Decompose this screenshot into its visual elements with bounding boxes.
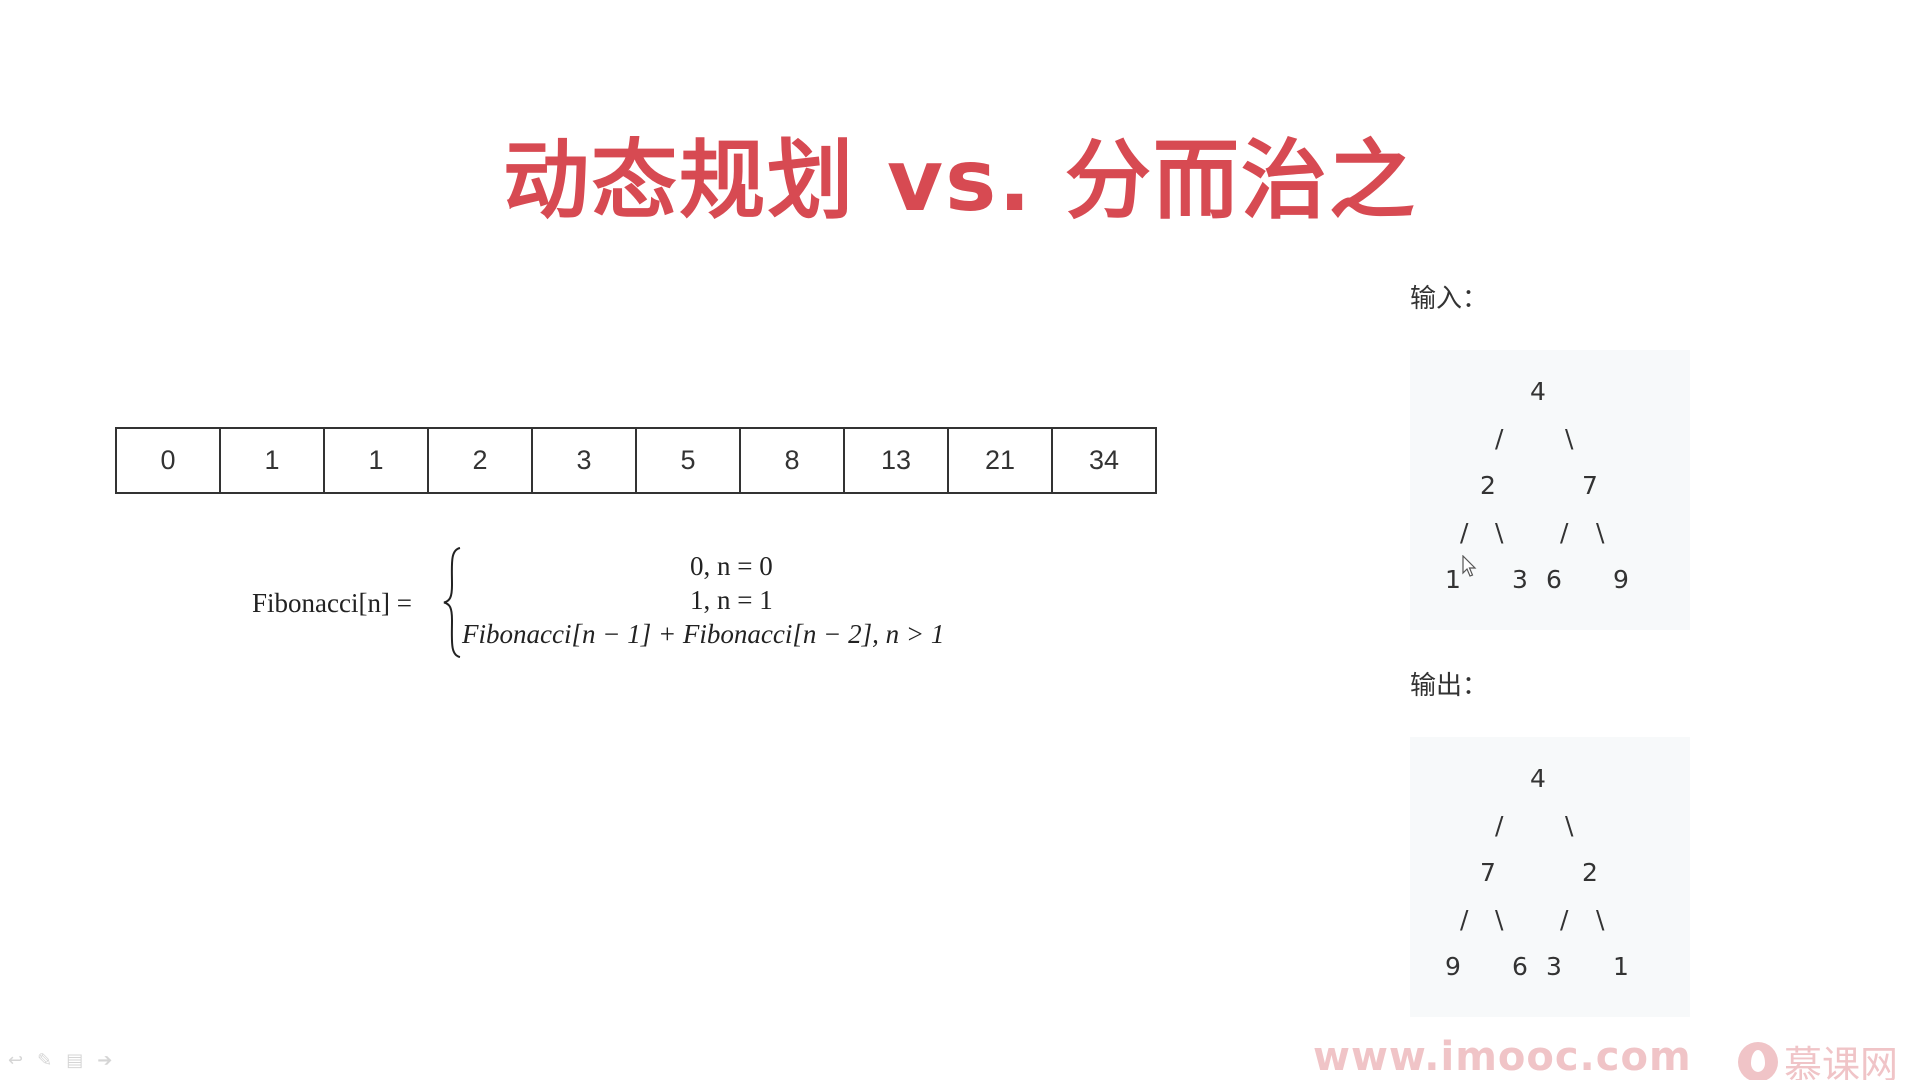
tree-edge: /	[1495, 811, 1504, 840]
fib-cell: 3	[531, 427, 637, 494]
imooc-brand: 慕课网	[1738, 1034, 1898, 1080]
tree-edge: /	[1560, 905, 1569, 934]
pen-icon[interactable]: ✎	[37, 1050, 52, 1071]
tree-row: / \ / \	[1410, 509, 1690, 556]
fib-cell: 2	[427, 427, 533, 494]
tree-node: 9	[1445, 952, 1461, 981]
formula-lhs: Fibonacci[n] =	[252, 588, 412, 618]
tree-row: 4	[1410, 368, 1690, 415]
fibonacci-formula: Fibonacci[n] = 0, n = 0 1, n = 1 Fibonac…	[252, 545, 1052, 665]
output-tree: 4 / \ 7 2 / \ / \ 9 6 3 1	[1410, 755, 1690, 990]
slide: 动态规划 vs. 分而治之 0 1 1 2 3 5 8 13 21 34 Fib…	[0, 0, 1920, 1080]
tree-node: 6	[1512, 952, 1528, 981]
tree-edge: /	[1460, 518, 1469, 547]
table-row: 0 1 1 2 3 5 8 13 21 34	[115, 427, 1157, 494]
tree-edge: \	[1565, 424, 1574, 453]
fib-cell: 1	[219, 427, 325, 494]
tree-row: 2 7	[1410, 462, 1690, 509]
input-label: 输入：	[1410, 284, 1489, 314]
tree-row: 7 2	[1410, 849, 1690, 896]
tree-row: 4	[1410, 755, 1690, 802]
tree-row: / \	[1410, 802, 1690, 849]
tree-node: 1	[1445, 565, 1461, 594]
formula-case-1: 0, n = 0	[690, 551, 773, 581]
tree-node: 2	[1480, 471, 1496, 500]
tree-edge: /	[1560, 518, 1569, 547]
tree-node: 3	[1546, 952, 1562, 981]
output-label: 输出：	[1410, 671, 1489, 701]
tree-node: 6	[1546, 565, 1562, 594]
fib-cell: 34	[1051, 427, 1157, 494]
tree-node: 4	[1530, 764, 1546, 793]
tree-node: 7	[1582, 471, 1598, 500]
slide-title: 动态规划 vs. 分而治之	[503, 131, 1417, 231]
tree-node: 2	[1582, 858, 1598, 887]
tree-node: 1	[1613, 952, 1629, 981]
tree-node: 7	[1480, 858, 1496, 887]
tree-row: / \ / \	[1410, 896, 1690, 943]
brand-name: 慕课网	[1784, 1043, 1899, 1080]
fib-cell: 13	[843, 427, 949, 494]
imooc-logo-icon	[1738, 1041, 1778, 1080]
tree-row: 1 3 6 9	[1410, 556, 1690, 603]
tree-edge: /	[1460, 905, 1469, 934]
tree-edge: \	[1565, 811, 1574, 840]
tree-edge: \	[1596, 518, 1605, 547]
fib-cell: 8	[739, 427, 845, 494]
mouse-cursor-icon	[1462, 555, 1477, 577]
menu-icon[interactable]: ▤	[66, 1050, 83, 1071]
undo-icon[interactable]: ↩	[8, 1050, 23, 1071]
fib-cell: 1	[323, 427, 429, 494]
tree-edge: \	[1596, 905, 1605, 934]
fib-cell: 0	[115, 427, 221, 494]
imooc-watermark: www.imooc.com	[1313, 1034, 1692, 1080]
tree-node: 4	[1530, 377, 1546, 406]
tree-edge: /	[1495, 424, 1504, 453]
slideshow-toolbar: ↩ ✎ ▤ ➔	[8, 1050, 112, 1071]
tree-node: 9	[1613, 565, 1629, 594]
tree-row: / \	[1410, 415, 1690, 462]
left-brace-icon	[443, 547, 461, 658]
forward-icon[interactable]: ➔	[97, 1050, 112, 1071]
input-tree: 4 / \ 2 7 / \ / \ 1 3 6 9	[1410, 368, 1690, 603]
fibonacci-table: 0 1 1 2 3 5 8 13 21 34	[115, 427, 1157, 494]
tree-node: 3	[1512, 565, 1528, 594]
tree-edge: \	[1495, 518, 1504, 547]
fib-cell: 21	[947, 427, 1053, 494]
output-tree-box: 4 / \ 7 2 / \ / \ 9 6 3 1	[1410, 737, 1690, 1017]
tree-row: 9 6 3 1	[1410, 943, 1690, 990]
formula-case-3: Fibonacci[n − 1] + Fibonacci[n − 2], n >…	[462, 619, 945, 649]
fib-cell: 5	[635, 427, 741, 494]
tree-edge: \	[1495, 905, 1504, 934]
input-tree-box: 4 / \ 2 7 / \ / \ 1 3 6 9	[1410, 350, 1690, 630]
formula-case-2: 1, n = 1	[690, 585, 773, 615]
